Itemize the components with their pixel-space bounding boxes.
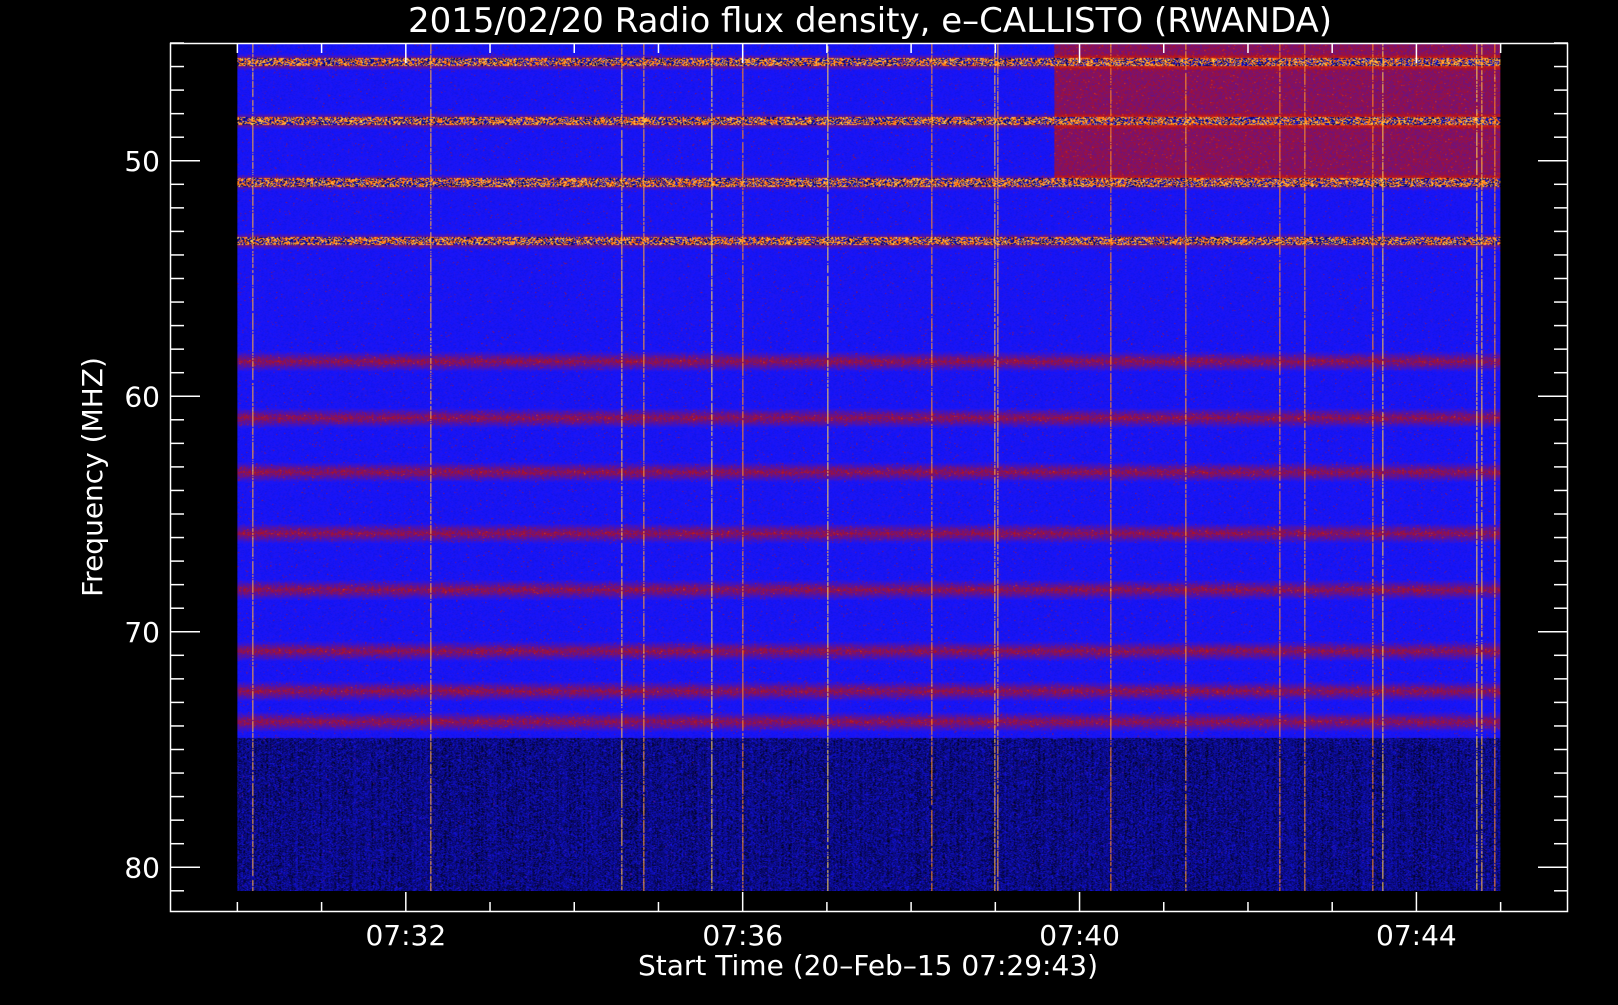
- x-tick-label: 07:40: [1039, 919, 1120, 952]
- y-axis-label: Frequency (MHZ): [76, 357, 109, 597]
- x-tick-label: 07:36: [702, 919, 783, 952]
- y-tick-label: 50: [124, 145, 160, 178]
- x-tick-label: 07:32: [365, 919, 446, 952]
- y-tick-label: 70: [124, 616, 160, 649]
- y-tick-label: 60: [124, 380, 160, 413]
- spectrogram-heatmap: [237, 43, 1501, 891]
- chart-title: 2015/02/20 Radio flux density, e–CALLIST…: [408, 1, 1332, 41]
- x-axis-label: Start Time (20–Feb–15 07:29:43): [638, 949, 1098, 982]
- spectrogram-chart: 2015/02/20 Radio flux density, e–CALLIST…: [0, 0, 1618, 1000]
- chart-svg: 2015/02/20 Radio flux density, e–CALLIST…: [0, 0, 1618, 1000]
- x-tick-label: 07:44: [1376, 919, 1457, 952]
- y-tick-label: 80: [124, 851, 160, 884]
